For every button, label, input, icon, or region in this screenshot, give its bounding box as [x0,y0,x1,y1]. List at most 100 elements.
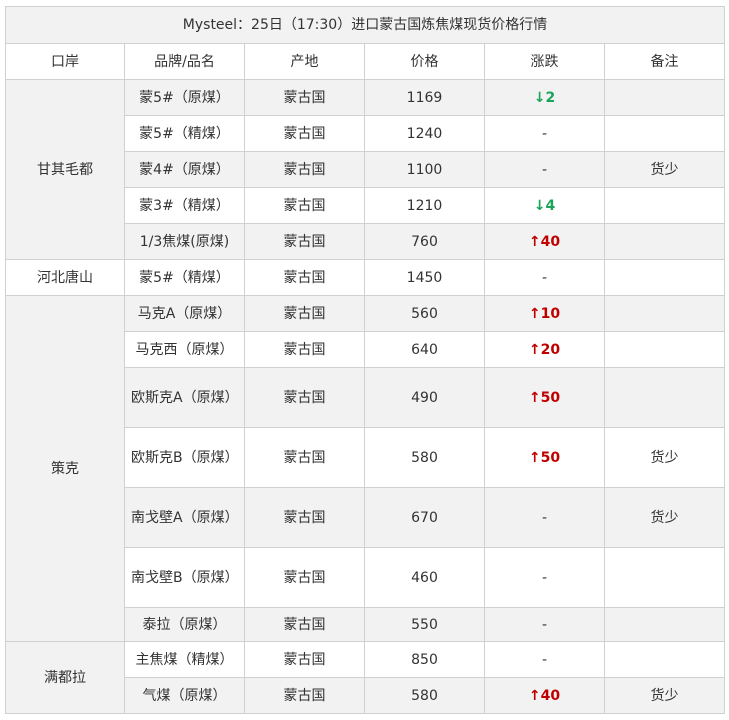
origin-cell: 蒙古国 [244,607,365,642]
header-origin: 产地 [244,43,365,80]
title-row: Mysteel：25日（17:30）进口蒙古国炼焦煤现货价格行情 [5,6,725,44]
change-cell: ↑40 [484,223,605,260]
change-value: - [541,509,548,526]
port-name: 策克 [5,295,125,642]
brand-cell: 南戈壁B（原煤） [124,547,245,608]
header-row: 口岸 品牌/品名 产地 价格 涨跌 备注 [5,43,725,80]
change-value: - [541,651,548,668]
change-value: - [541,569,548,586]
change-value: ↑40 [529,688,560,704]
change-value: ↑20 [529,342,560,358]
price-cell: 640 [364,331,485,368]
arrow-up-icon: ↑ [528,389,541,406]
origin-cell: 蒙古国 [244,187,365,224]
change-amount: 40 [540,233,561,250]
note-cell: 货少 [604,487,725,548]
change-value: ↑50 [529,450,560,466]
port-name: 甘其毛都 [5,79,125,260]
change-cell: - [484,487,605,548]
change-cell: ↑50 [484,367,605,428]
change-value: - [541,125,548,142]
origin-cell: 蒙古国 [244,427,365,488]
change-cell: ↑20 [484,331,605,368]
brand-cell: 马克A（原煤） [124,295,245,332]
note-cell [604,187,725,224]
header-change: 涨跌 [484,43,605,80]
change-value: ↑10 [529,306,560,322]
note-cell [604,223,725,260]
arrow-up-icon: ↑ [528,305,541,322]
change-cell: ↑40 [484,677,605,714]
port-name: 满都拉 [5,641,125,714]
origin-cell: 蒙古国 [244,259,365,296]
price-cell: 1169 [364,79,485,116]
brand-cell: 1/3焦煤(原煤) [124,223,245,260]
header-note: 备注 [604,43,725,80]
header-port: 口岸 [5,43,125,80]
origin-cell: 蒙古国 [244,295,365,332]
price-cell: 580 [364,677,485,714]
change-amount: 4 [545,197,556,214]
origin-cell: 蒙古国 [244,331,365,368]
change-cell: ↑10 [484,295,605,332]
price-cell: 1240 [364,115,485,152]
price-cell: 580 [364,427,485,488]
header-price: 价格 [364,43,485,80]
change-cell: - [484,115,605,152]
price-cell: 560 [364,295,485,332]
change-amount: 10 [540,305,561,322]
origin-cell: 蒙古国 [244,367,365,428]
brand-cell: 蒙5#（原煤） [124,79,245,116]
brand-cell: 蒙4#（原煤） [124,151,245,188]
coal-price-table: Mysteel：25日（17:30）进口蒙古国炼焦煤现货价格行情 口岸 品牌/品… [5,6,725,714]
brand-cell: 欧斯克B（原煤） [124,427,245,488]
table-row: 策克 马克A（原煤） 蒙古国 560 ↑10 [5,295,725,642]
price-cell: 1100 [364,151,485,188]
origin-cell: 蒙古国 [244,547,365,608]
change-cell: - [484,151,605,188]
change-cell: - [484,607,605,642]
brand-cell: 南戈壁A（原煤） [124,487,245,548]
note-cell [604,367,725,428]
origin-cell: 蒙古国 [244,115,365,152]
note-cell: 货少 [604,677,725,714]
brand-cell: 蒙3#（精煤） [124,187,245,224]
table-title: Mysteel：25日（17:30）进口蒙古国炼焦煤现货价格行情 [5,6,725,44]
change-value: ↑50 [529,390,560,406]
price-cell: 760 [364,223,485,260]
change-cell: - [484,641,605,678]
price-cell: 550 [364,607,485,642]
change-amount: 50 [540,449,561,466]
table-row: 满都拉 主焦煤（精煤） 蒙古国 850 - [5,641,725,714]
origin-cell: 蒙古国 [244,79,365,116]
price-cell: 1450 [364,259,485,296]
table-row: 河北唐山 蒙5#（精煤） 蒙古国 1450 - [5,259,725,296]
brand-cell: 蒙5#（精煤） [124,115,245,152]
note-cell [604,547,725,608]
arrow-up-icon: ↑ [528,687,541,704]
origin-cell: 蒙古国 [244,151,365,188]
change-value: ↓4 [534,198,555,214]
brand-cell: 主焦煤（精煤） [124,641,245,678]
table-body: 甘其毛都 蒙5#（原煤） 蒙古国 1169 ↓2 蒙5#（精煤） 蒙古国 124… [5,79,725,714]
arrow-up-icon: ↑ [528,341,541,358]
brand-cell: 欧斯克A（原煤） [124,367,245,428]
note-cell [604,259,725,296]
arrow-up-icon: ↑ [528,449,541,466]
price-cell: 1210 [364,187,485,224]
change-value: ↓2 [534,90,555,106]
note-cell: 货少 [604,151,725,188]
price-cell: 670 [364,487,485,548]
note-cell [604,115,725,152]
change-amount: 40 [540,687,561,704]
change-value: - [541,161,548,178]
origin-cell: 蒙古国 [244,677,365,714]
arrow-down-icon: ↓ [533,197,546,214]
price-cell: 460 [364,547,485,608]
change-cell: - [484,547,605,608]
arrow-down-icon: ↓ [533,89,546,106]
arrow-up-icon: ↑ [528,233,541,250]
note-cell [604,607,725,642]
note-cell [604,295,725,332]
header-brand: 品牌/品名 [124,43,245,80]
